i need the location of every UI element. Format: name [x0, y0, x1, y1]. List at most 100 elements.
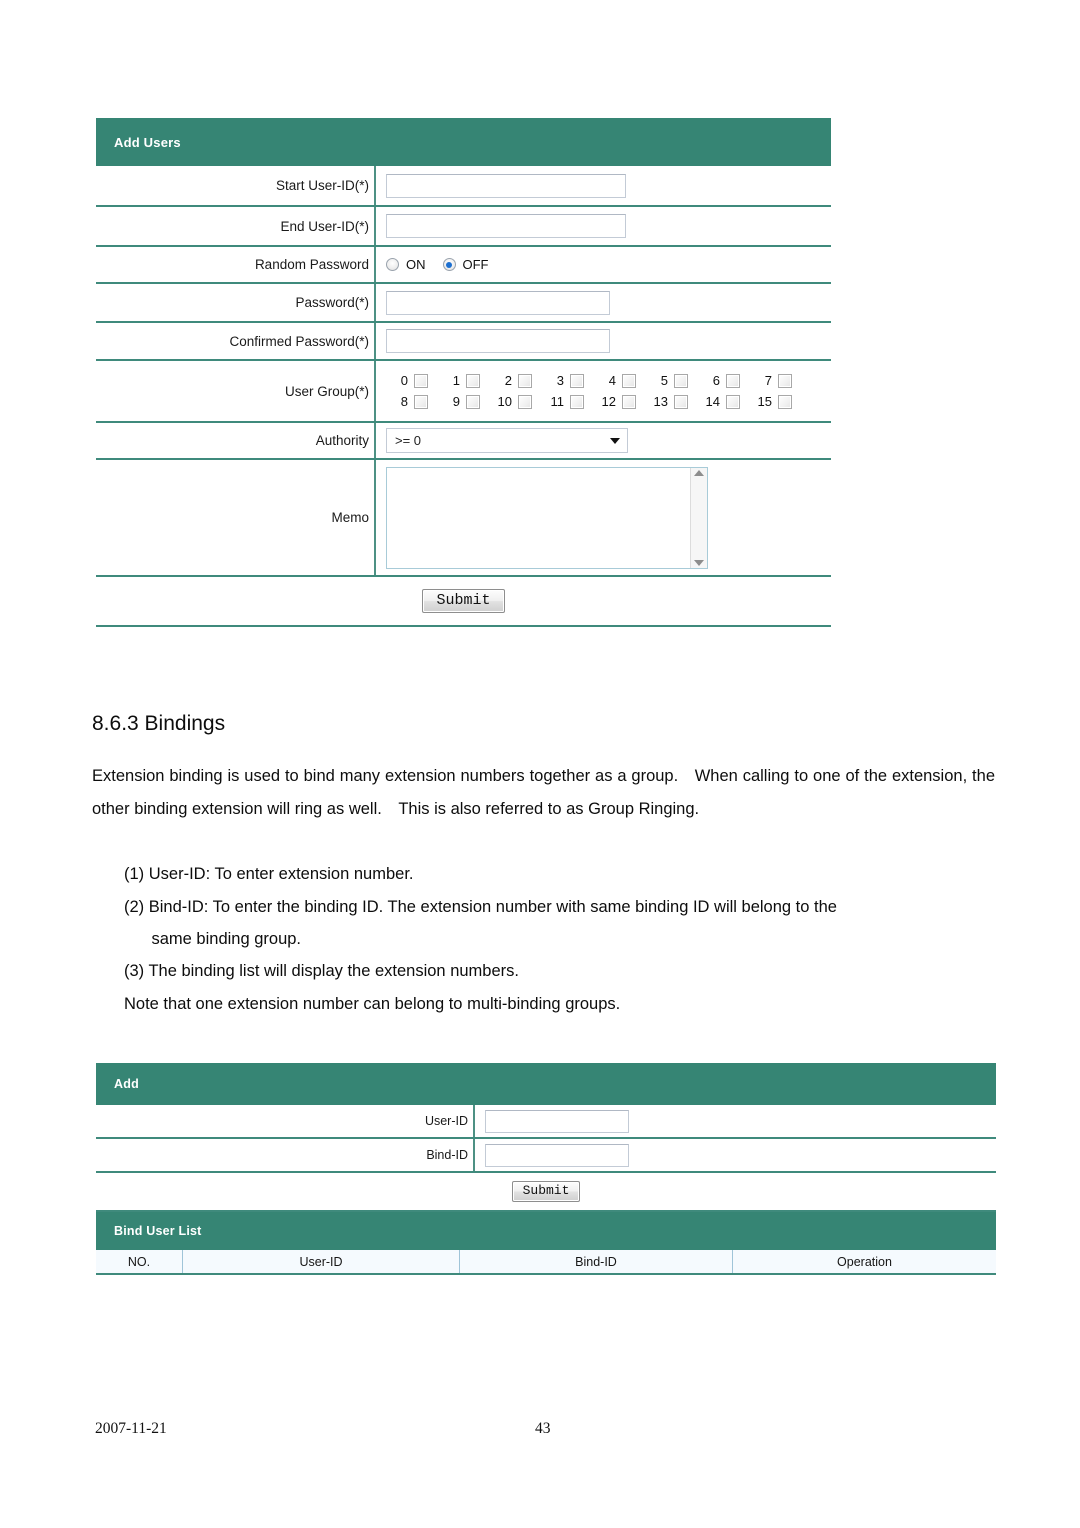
- user-group-checkbox-15[interactable]: [778, 394, 792, 409]
- add-binding-submit-button[interactable]: Submit: [511, 1181, 581, 1202]
- form-row-authority: Authority >= 0: [96, 423, 831, 460]
- user-group-checkbox-3[interactable]: [570, 373, 584, 388]
- form-row-confirmed-password: Confirmed Password(*): [96, 323, 831, 361]
- form-row-password: Password(*): [96, 284, 831, 323]
- authority-select-value: >= 0: [395, 433, 422, 448]
- user-group-label: User Group(*): [96, 361, 376, 421]
- section-item-1: (1) User-ID: To enter extension number.: [124, 865, 414, 883]
- user-group-checkbox-row-1: 0 1 2 3 4 5 6 7: [386, 373, 802, 388]
- bind-user-list-title: Bind User List: [114, 1224, 202, 1238]
- scroll-up-icon[interactable]: [694, 470, 704, 476]
- form-row-bind-id: Bind-ID: [96, 1139, 996, 1173]
- confirmed-password-label: Confirmed Password(*): [96, 323, 376, 359]
- user-group-checkbox-1[interactable]: [466, 373, 480, 388]
- user-group-checkbox-9[interactable]: [466, 394, 480, 409]
- bind-id-label: Bind-ID: [96, 1139, 475, 1171]
- add-users-submit-button[interactable]: Submit: [422, 588, 505, 614]
- user-group-checkbox-12[interactable]: [622, 394, 636, 409]
- bind-user-list-panel: Bind User List NO. User-ID Bind-ID Opera…: [96, 1212, 996, 1275]
- add-binding-submit-row: Submit: [96, 1173, 996, 1212]
- footer-date: 2007-11-21: [95, 1420, 167, 1437]
- end-user-id-input[interactable]: [386, 214, 626, 238]
- form-row-start-user-id: Start User-ID(*): [96, 166, 831, 207]
- add-users-panel-header: Add Users: [96, 118, 831, 166]
- user-group-cell-0: 0: [386, 373, 438, 388]
- add-users-panel: Add Users Start User-ID(*) End User-ID(*…: [96, 118, 831, 627]
- scroll-down-icon[interactable]: [694, 560, 704, 566]
- user-group-num-9: 9: [452, 394, 460, 409]
- random-password-label: Random Password: [96, 247, 376, 282]
- page-root: { "theme": { "header_green": "#368574", …: [0, 0, 1080, 1528]
- section-item-3: (3) The binding list will display the ex…: [124, 962, 519, 980]
- column-header-bind-id: Bind-ID: [460, 1250, 733, 1273]
- user-group-checkbox-6[interactable]: [726, 373, 740, 388]
- footer-page-number: 43: [535, 1420, 551, 1437]
- user-group-num-13: 13: [653, 394, 668, 409]
- add-users-panel-title: Add Users: [114, 134, 181, 150]
- user-group-num-10: 10: [497, 394, 512, 409]
- confirmed-password-input[interactable]: [386, 329, 610, 353]
- password-input[interactable]: [386, 290, 610, 315]
- authority-label: Authority: [96, 423, 376, 458]
- authority-select[interactable]: >= 0: [386, 428, 628, 453]
- user-group-cell-10: 10: [490, 394, 542, 409]
- memo-field-cell: [376, 460, 831, 575]
- user-group-cell-9: 9: [438, 394, 490, 409]
- user-group-num-2: 2: [504, 373, 512, 388]
- user-group-cell-2: 2: [490, 373, 542, 388]
- user-group-checkbox-0[interactable]: [414, 373, 428, 388]
- user-group-checkbox-row-2: 8 9 10 11 12 13 14 15: [386, 394, 802, 409]
- random-password-radio-group: ON OFF: [386, 257, 499, 272]
- start-user-id-input[interactable]: [386, 173, 626, 198]
- radio-off-label: OFF: [462, 257, 489, 272]
- section-item-2-cont: same binding group.: [124, 930, 302, 948]
- chevron-down-icon: [610, 437, 620, 444]
- section-paragraph: Extension binding is used to bind many e…: [92, 767, 995, 818]
- bind-id-input[interactable]: [485, 1143, 629, 1167]
- user-group-num-6: 6: [712, 373, 720, 388]
- user-group-checkbox-14[interactable]: [726, 394, 740, 409]
- user-group-num-0: 0: [400, 373, 408, 388]
- add-binding-panel-header: Add: [96, 1063, 996, 1105]
- user-group-checkbox-11[interactable]: [570, 394, 584, 409]
- form-row-bind-user-id: User-ID: [96, 1105, 996, 1139]
- password-field-cell: [376, 284, 831, 321]
- memo-textarea-wrapper: [386, 467, 708, 569]
- user-group-num-11: 11: [550, 394, 565, 409]
- authority-field-cell: >= 0: [376, 423, 831, 458]
- user-group-cell-7: 7: [750, 373, 802, 388]
- user-group-cell-1: 1: [438, 373, 490, 388]
- user-group-checkbox-4[interactable]: [622, 373, 636, 388]
- user-group-num-1: 1: [452, 373, 460, 388]
- user-group-cell-11: 11: [542, 394, 594, 409]
- bind-user-list-header: Bind User List: [96, 1212, 996, 1250]
- user-group-num-12: 12: [601, 394, 616, 409]
- user-group-checkbox-5[interactable]: [674, 373, 688, 388]
- user-group-num-8: 8: [400, 394, 408, 409]
- radio-on[interactable]: [386, 258, 399, 271]
- user-group-checkbox-13[interactable]: [674, 394, 688, 409]
- radio-on-label: ON: [406, 257, 426, 272]
- memo-scrollbar[interactable]: [690, 468, 707, 568]
- user-group-checkbox-10[interactable]: [518, 394, 532, 409]
- section-heading: 8.6.3 Bindings: [92, 712, 226, 735]
- user-group-checkbox-2[interactable]: [518, 373, 532, 388]
- user-group-checkbox-grid: 0 1 2 3 4 5 6 7 8 9 10 11 12 13 14 15: [386, 368, 802, 414]
- add-binding-panel-title: Add: [114, 1077, 139, 1091]
- user-group-checkbox-8[interactable]: [414, 394, 428, 409]
- user-group-checkbox-7[interactable]: [778, 373, 792, 388]
- section-item-2: (2) Bind-ID: To enter the binding ID. Th…: [124, 898, 837, 916]
- user-group-num-14: 14: [705, 394, 720, 409]
- user-group-cell-4: 4: [594, 373, 646, 388]
- form-row-end-user-id: End User-ID(*): [96, 207, 831, 247]
- user-group-cell-6: 6: [698, 373, 750, 388]
- end-user-id-label: End User-ID(*): [96, 207, 376, 245]
- end-user-id-field-cell: [376, 207, 831, 245]
- user-group-cell-15: 15: [750, 394, 802, 409]
- user-group-num-7: 7: [764, 373, 772, 388]
- user-group-num-4: 4: [608, 373, 616, 388]
- radio-off[interactable]: [442, 258, 456, 271]
- memo-textarea[interactable]: [387, 468, 690, 568]
- user-group-num-5: 5: [660, 373, 668, 388]
- bind-user-id-input[interactable]: [485, 1109, 629, 1133]
